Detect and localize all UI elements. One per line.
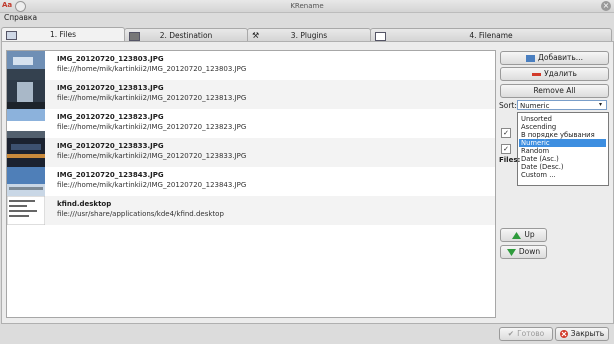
down-button-label: Down (518, 247, 541, 256)
file-row[interactable]: IMG_20120720_123803.JPG file:///home/mik… (7, 51, 495, 80)
arrow-up-icon (512, 231, 522, 239)
sort-option[interactable]: Random (519, 147, 606, 155)
file-path: file:///home/mik/kartinkii2/IMG_20120720… (57, 152, 247, 160)
text-file-icon (7, 196, 45, 225)
add-button[interactable]: Добавить... (500, 51, 609, 65)
sort-option[interactable]: Date (Desc.) (519, 163, 606, 171)
checkbox[interactable]: ✓ (501, 128, 511, 138)
file-path: file:///home/mik/kartinkii2/IMG_20120720… (57, 123, 247, 131)
file-path: file:///usr/share/applications/kde4/kfin… (57, 210, 224, 218)
menu-help[interactable]: Справка (4, 13, 37, 23)
tab-files[interactable]: 1. Files (1, 27, 125, 42)
close-button-label: Закрыть (570, 329, 605, 338)
move-down-button[interactable]: Down (500, 245, 547, 259)
file-row[interactable]: IMG_20120720_123833.JPG file:///home/mik… (7, 138, 495, 167)
file-row[interactable]: IMG_20120720_123813.JPG file:///home/mik… (7, 80, 495, 109)
window-title: KRename (290, 2, 324, 10)
sort-dropdown-list[interactable]: Unsorted Ascending В порядке убывания Nu… (517, 112, 609, 186)
sort-select[interactable]: Numeric (517, 100, 607, 110)
chevron-down-icon[interactable]: ▾ (599, 101, 602, 109)
file-name: kfind.desktop (57, 200, 112, 208)
file-row[interactable]: IMG_20120720_123823.JPG file:///home/mik… (7, 109, 495, 138)
tab-plugins[interactable]: ⚒ 3. Plugins (247, 28, 371, 42)
file-name: IMG_20120720_123813.JPG (57, 84, 164, 92)
image-thumbnail-icon (7, 167, 45, 196)
tab-filename[interactable]: 4. Filename (370, 28, 612, 42)
checkbox[interactable]: ✓ (501, 144, 511, 154)
sort-option[interactable]: Unsorted (519, 115, 606, 123)
sort-option[interactable]: Custom ... (519, 171, 606, 179)
file-row[interactable]: kfind.desktop file:///usr/share/applicat… (7, 196, 495, 225)
file-row[interactable]: IMG_20120720_123843.JPG file:///home/mik… (7, 167, 495, 196)
folder-icon (526, 55, 536, 62)
move-up-button[interactable]: Up (500, 228, 547, 242)
image-thumbnail-icon (7, 109, 45, 138)
remove-button-label: Удалить (544, 69, 577, 78)
arrow-down-icon (506, 248, 516, 256)
file-path: file:///home/mik/kartinkii2/IMG_20120720… (57, 181, 247, 189)
menu-bar (0, 12, 614, 24)
sort-option[interactable]: Date (Asc.) (519, 155, 606, 163)
files-label: Files: (499, 156, 521, 164)
file-path: file:///home/mik/kartinkii2/IMG_20120720… (57, 65, 247, 73)
up-button-label: Up (524, 230, 535, 239)
tab-files-label: 1. Files (50, 30, 76, 39)
image-thumbnail-icon (7, 80, 45, 109)
close-icon (559, 330, 568, 338)
minus-icon (532, 73, 542, 76)
file-name: IMG_20120720_123803.JPG (57, 55, 164, 63)
remove-all-button[interactable]: Remove All (500, 84, 609, 98)
file-name: IMG_20120720_123833.JPG (57, 142, 164, 150)
file-list[interactable]: IMG_20120720_123803.JPG file:///home/mik… (6, 50, 496, 318)
close-button[interactable]: Закрыть (555, 327, 609, 341)
image-thumbnail-icon (7, 138, 45, 167)
sort-option-selected[interactable]: Numeric (519, 139, 606, 147)
finish-button-label: Готово (517, 329, 545, 338)
image-thumbnail-icon (7, 51, 45, 80)
file-path: file:///home/mik/kartinkii2/IMG_20120720… (57, 94, 247, 102)
finish-button[interactable]: ✔ Готово (499, 327, 553, 341)
sort-option[interactable]: Ascending (519, 123, 606, 131)
remove-button[interactable]: Удалить (500, 67, 609, 81)
check-icon: ✔ (507, 329, 515, 338)
file-name: IMG_20120720_123843.JPG (57, 171, 164, 179)
sort-label: Sort: (499, 101, 517, 110)
file-name: IMG_20120720_123823.JPG (57, 113, 164, 121)
add-button-label: Добавить... (538, 53, 583, 62)
tab-destination[interactable]: 2. Destination (124, 28, 248, 42)
close-window-button[interactable]: × (601, 1, 611, 11)
sort-option[interactable]: В порядке убывания (519, 131, 606, 139)
